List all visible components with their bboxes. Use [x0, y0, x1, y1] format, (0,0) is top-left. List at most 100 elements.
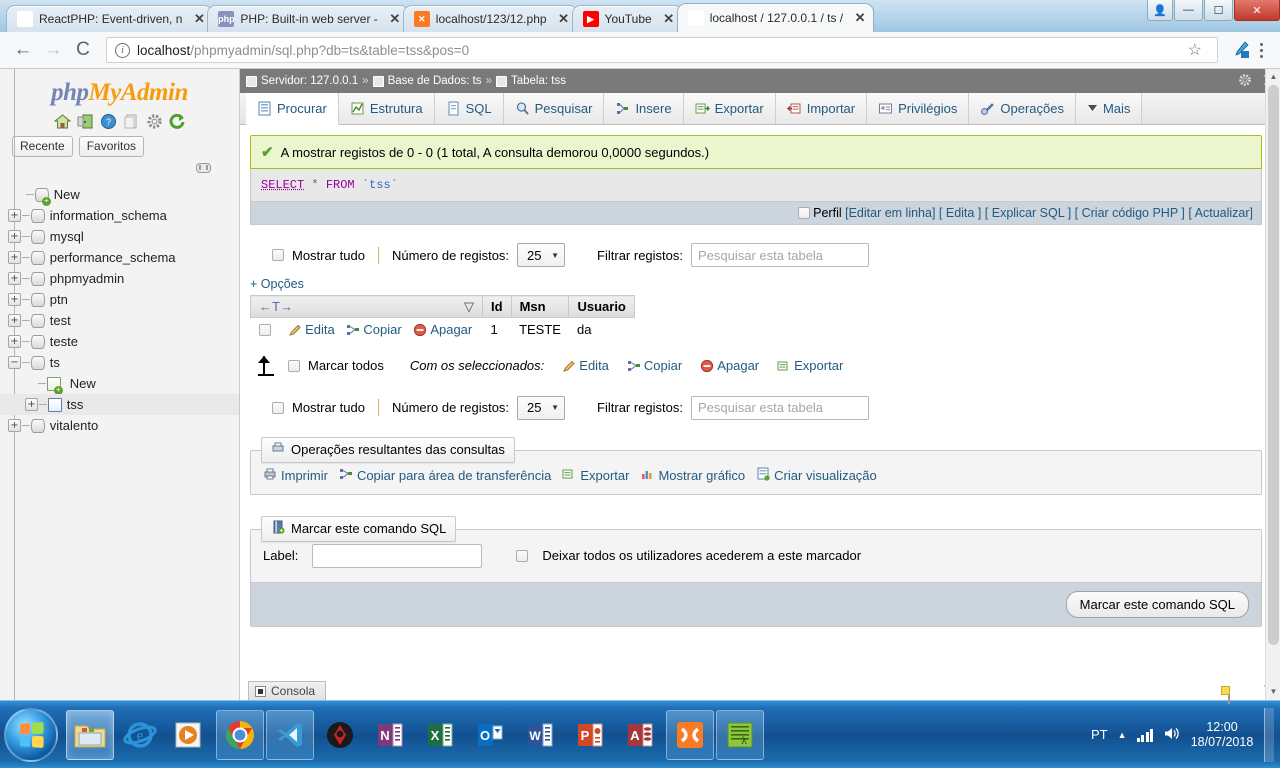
- tab-exportar[interactable]: Exportar: [683, 93, 776, 124]
- notification-note-icon[interactable]: [1228, 687, 1230, 704]
- rows-count-select-bottom[interactable]: 25 ▼: [517, 395, 566, 420]
- forward-icon[interactable]: →: [38, 36, 68, 64]
- user-profile-button[interactable]: 👤: [1147, 0, 1173, 21]
- tab-mais[interactable]: Mais: [1075, 93, 1143, 124]
- show-all-checkbox-bottom[interactable]: [272, 401, 284, 414]
- taskbar-xampp-button[interactable]: [666, 709, 714, 760]
- options-toggle-link[interactable]: + Opções: [250, 267, 1262, 295]
- expand-icon[interactable]: +: [8, 209, 21, 222]
- tree-item-ts[interactable]: − ─ ts: [0, 352, 239, 373]
- recent-tab-button[interactable]: Recente: [12, 136, 73, 157]
- profile-checkbox[interactable]: [797, 207, 810, 219]
- close-icon[interactable]: ✕: [662, 11, 676, 27]
- edit-link[interactable]: [ Edita ]: [939, 206, 981, 220]
- tree-item-information-schema[interactable]: + ─ information_schema: [0, 205, 239, 226]
- column-header-usuario[interactable]: Usuario: [568, 295, 635, 318]
- check-all-checkbox[interactable]: [288, 359, 300, 372]
- chrome-menu-icon[interactable]: [1256, 41, 1272, 59]
- tab-procurar[interactable]: Procurar: [246, 93, 339, 125]
- taskbar-access-button[interactable]: A: [616, 710, 664, 760]
- scroll-up-arrow-icon[interactable]: ▲: [1266, 69, 1280, 85]
- refresh-link[interactable]: [ Actualizar]: [1188, 206, 1253, 220]
- taskbar-word-button[interactable]: W: [516, 710, 564, 760]
- volume-icon[interactable]: [1163, 726, 1180, 744]
- tab-importar[interactable]: Importar: [775, 93, 868, 124]
- bulk-export-link[interactable]: Exportar: [777, 358, 843, 373]
- tree-item-new-db[interactable]: ─ New: [0, 184, 239, 206]
- row-delete-link[interactable]: Apagar: [413, 322, 472, 337]
- taskbar-powerpoint-button[interactable]: P: [566, 710, 614, 760]
- phpmyadmin-logo[interactable]: phpMyAdmin: [0, 69, 239, 109]
- tab-privilegios[interactable]: Privilégios: [867, 93, 970, 124]
- tab-operacoes[interactable]: Operações: [969, 93, 1076, 124]
- tree-item-new-table[interactable]: ─ New: [0, 373, 239, 395]
- create-view-link[interactable]: Criar visualização: [756, 467, 877, 484]
- browser-tab-3[interactable]: ✕ localhost/123/12.php ✕: [402, 5, 578, 32]
- bookmark-submit-button[interactable]: Marcar este comando SQL: [1065, 590, 1249, 618]
- sort-desc-icon[interactable]: ▽: [464, 299, 474, 315]
- taskbar-media-player-button[interactable]: [166, 710, 214, 760]
- expand-icon[interactable]: +: [25, 398, 38, 411]
- taskbar-outlook-button[interactable]: O: [466, 710, 514, 760]
- row-copy-link[interactable]: Copiar: [346, 322, 405, 337]
- expand-icon[interactable]: +: [8, 419, 21, 432]
- filter-rows-input[interactable]: Pesquisar esta tabela: [691, 243, 870, 267]
- show-hidden-icons-button[interactable]: ▲: [1118, 730, 1127, 740]
- tab-insere[interactable]: Insere: [604, 93, 684, 124]
- close-icon[interactable]: ✕: [557, 11, 571, 27]
- browser-tab-4[interactable]: ▶ YouTube ✕: [571, 5, 683, 32]
- browser-tab-1[interactable]: R ReactPHP: Event-driven, n ✕: [6, 5, 214, 32]
- reload-icon[interactable]: [169, 113, 186, 130]
- taskbar-ie-button[interactable]: e: [116, 710, 164, 760]
- expand-icon[interactable]: +: [8, 251, 21, 264]
- expand-icon[interactable]: +: [8, 272, 21, 285]
- expand-icon[interactable]: +: [8, 335, 21, 348]
- tree-item-teste[interactable]: + ─ teste: [0, 331, 239, 352]
- logout-icon[interactable]: [77, 113, 94, 130]
- tree-item-tss[interactable]: + ─ tss: [0, 394, 239, 415]
- address-bar[interactable]: i localhost /phpmyadmin/sql.php?db=ts&ta…: [106, 37, 1218, 63]
- export-link[interactable]: Exportar: [562, 467, 629, 484]
- back-icon[interactable]: ←: [8, 36, 38, 64]
- copy-clipboard-link[interactable]: Copiar para área de transferência: [339, 467, 551, 484]
- extension-eyedropper-icon[interactable]: [1226, 41, 1256, 59]
- console-toggle-bar[interactable]: Consola: [248, 681, 326, 700]
- gear-icon[interactable]: [1238, 73, 1252, 90]
- taskbar-onenote-button[interactable]: N: [366, 710, 414, 760]
- tree-item-vitalento[interactable]: + ─ vitalento: [0, 415, 239, 436]
- tree-item-phpmyadmin[interactable]: + ─ phpmyadmin: [0, 268, 239, 289]
- language-indicator[interactable]: PT: [1091, 727, 1108, 742]
- expand-icon[interactable]: +: [8, 314, 21, 327]
- help-icon[interactable]: ?: [100, 113, 117, 130]
- page-scrollbar[interactable]: ▲ ▼: [1265, 69, 1280, 700]
- inline-edit-link[interactable]: [Editar em linha]: [845, 206, 935, 220]
- scroll-down-arrow-icon[interactable]: ▼: [1266, 684, 1280, 700]
- docs-icon[interactable]: [123, 113, 140, 130]
- pin-icon[interactable]: [196, 163, 211, 173]
- bookmark-star-icon[interactable]: ☆: [1181, 40, 1209, 60]
- minimize-button[interactable]: —: [1174, 0, 1203, 21]
- close-icon[interactable]: ✕: [192, 11, 206, 27]
- maximize-button[interactable]: ☐: [1204, 0, 1233, 21]
- row-select-checkbox[interactable]: [258, 324, 271, 337]
- row-edit-link[interactable]: Edita: [288, 322, 338, 337]
- tree-item-ptn[interactable]: + ─ ptn: [0, 289, 239, 310]
- window-close-button[interactable]: ✕: [1234, 0, 1280, 21]
- sql-query-display[interactable]: SELECT * FROM `tss`: [250, 169, 1262, 202]
- tab-sql[interactable]: SQL: [434, 93, 504, 124]
- taskbar-notepad-app-button[interactable]: λ: [716, 709, 764, 760]
- home-icon[interactable]: [53, 113, 71, 130]
- clock[interactable]: 12:00 18/07/2018: [1190, 720, 1254, 750]
- close-icon[interactable]: ✕: [853, 10, 867, 26]
- tree-item-test[interactable]: + ─ test: [0, 310, 239, 331]
- browser-tab-2[interactable]: php PHP: Built-in web server - ✕: [207, 5, 409, 32]
- expand-icon[interactable]: +: [8, 230, 21, 243]
- bookmark-share-checkbox[interactable]: [516, 549, 529, 562]
- taskbar-hitman-button[interactable]: [316, 710, 364, 760]
- signal-icon[interactable]: [1136, 728, 1153, 742]
- scrollbar-thumb[interactable]: [1268, 85, 1279, 645]
- taskbar-excel-button[interactable]: X: [416, 710, 464, 760]
- tab-estrutura[interactable]: Estrutura: [338, 93, 435, 124]
- bulk-copy-link[interactable]: Copiar: [627, 358, 682, 373]
- taskbar-vscode-button[interactable]: [266, 709, 314, 760]
